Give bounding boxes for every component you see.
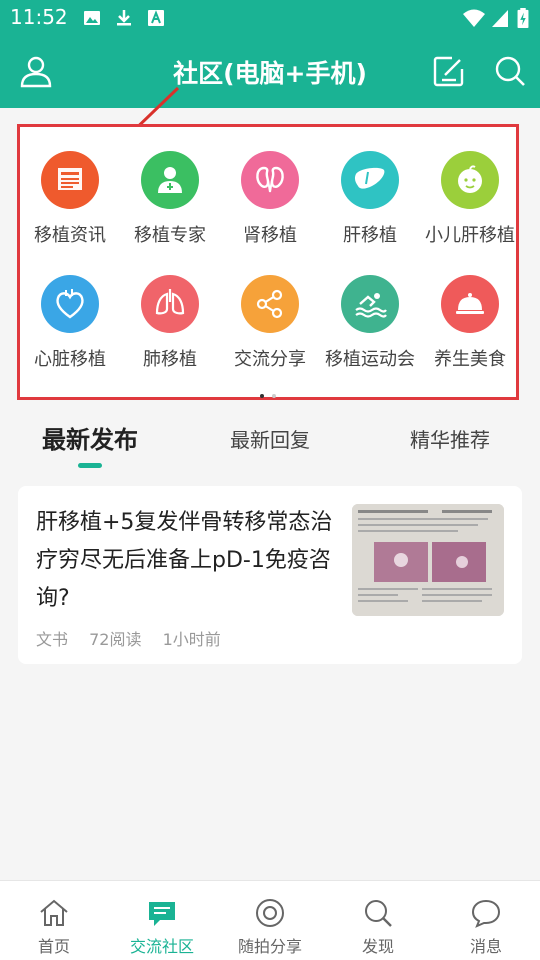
wifi-icon (463, 9, 485, 27)
app-header: 社区(电脑+手机) (0, 36, 540, 108)
category-label: 移植资讯 (34, 225, 106, 246)
post-time: 1小时前 (162, 630, 221, 649)
feed-tabs: 最新发布 最新回复 精华推荐 (0, 408, 540, 470)
nav-messages-label: 消息 (469, 937, 502, 956)
bottom-nav: 首页 交流社区 随拍分享 发现 消息 (0, 880, 540, 960)
message-icon (471, 899, 501, 928)
category-item[interactable]: 移植专家 (120, 151, 220, 261)
lung-icon (141, 275, 199, 333)
category-grid: 移植资讯 移植专家 肾移植 肝移植 小儿肝移植心脏移植 肺移植 交流分享 移植运动会 养生美食 (17, 124, 519, 400)
page-dot (260, 394, 264, 398)
nav-photo-share-label: 随拍分享 (237, 937, 302, 956)
category-item[interactable]: 移植运动会 (320, 275, 420, 385)
category-label: 养生美食 (434, 349, 506, 370)
battery-icon (517, 8, 529, 28)
category-label: 肺移植 (143, 349, 197, 370)
food-icon (441, 275, 499, 333)
nav-discover-label: 发现 (361, 937, 394, 956)
post-card[interactable]: 肝移植+5复发伴骨转移常态治疗穷尽无后准备上pD-1免疫咨询? 文书 72阅读 … (18, 486, 522, 664)
nav-photo-share[interactable]: 随拍分享 (216, 881, 324, 960)
category-item[interactable]: 肾移植 (220, 151, 320, 261)
discover-icon (365, 900, 392, 927)
tab-latest-replies[interactable]: 最新回复 (230, 424, 310, 453)
nav-community-label: 交流社区 (129, 937, 194, 956)
tab-indicator (78, 463, 102, 468)
category-item[interactable]: 移植资讯 (20, 151, 120, 261)
tab-featured[interactable]: 精华推荐 (410, 424, 490, 453)
post-title[interactable]: 肝移植+5复发伴骨转移常态治疗穷尽无后准备上pD-1免疫咨询? (36, 504, 336, 618)
liver-icon (341, 151, 399, 209)
news-icon (41, 151, 99, 209)
category-item[interactable]: 心脏移植 (20, 275, 120, 385)
page-indicator (20, 383, 516, 402)
download-icon (117, 10, 131, 26)
category-item[interactable]: 交流分享 (220, 275, 320, 385)
search-icon[interactable] (493, 54, 527, 88)
nav-home-label: 首页 (37, 937, 70, 956)
nav-discover[interactable]: 发现 (324, 881, 432, 960)
category-item[interactable]: 肺移植 (120, 275, 220, 385)
category-label: 肝移植 (343, 225, 397, 246)
image-icon (84, 11, 100, 25)
category-label: 移植运动会 (325, 349, 415, 370)
doctor-icon (141, 151, 199, 209)
post-meta: 文书 72阅读 1小时前 (36, 626, 237, 650)
category-label: 肾移植 (243, 225, 297, 246)
category-label: 交流分享 (234, 349, 306, 370)
swim-icon (341, 275, 399, 333)
nav-home[interactable]: 首页 (0, 881, 108, 960)
home-icon (40, 899, 68, 926)
camera-icon (256, 899, 284, 927)
baby-icon (441, 151, 499, 209)
signal-icon (492, 10, 508, 27)
category-item[interactable]: 小儿肝移植 (420, 151, 520, 261)
chat-icon (149, 902, 175, 926)
post-reads: 72阅读 (89, 630, 142, 649)
post-author[interactable]: 文书 (36, 630, 68, 649)
category-item[interactable]: 肝移植 (320, 151, 420, 261)
kidney-icon (241, 151, 299, 209)
status-time: 11:52 (10, 5, 68, 29)
tab-latest-posts[interactable]: 最新发布 (42, 420, 138, 455)
text-icon (148, 10, 164, 26)
page-dot (272, 394, 276, 398)
heart-icon (41, 275, 99, 333)
category-label: 心脏移植 (34, 349, 106, 370)
category-label: 小儿肝移植 (425, 225, 515, 246)
category-label: 移植专家 (134, 225, 206, 246)
post-thumbnail[interactable] (352, 504, 504, 616)
edit-icon[interactable] (432, 54, 466, 88)
nav-community[interactable]: 交流社区 (108, 881, 216, 960)
share-icon (241, 275, 299, 333)
status-bar: 11:52 (0, 0, 540, 36)
category-item[interactable]: 养生美食 (420, 275, 520, 385)
nav-messages[interactable]: 消息 (432, 881, 540, 960)
